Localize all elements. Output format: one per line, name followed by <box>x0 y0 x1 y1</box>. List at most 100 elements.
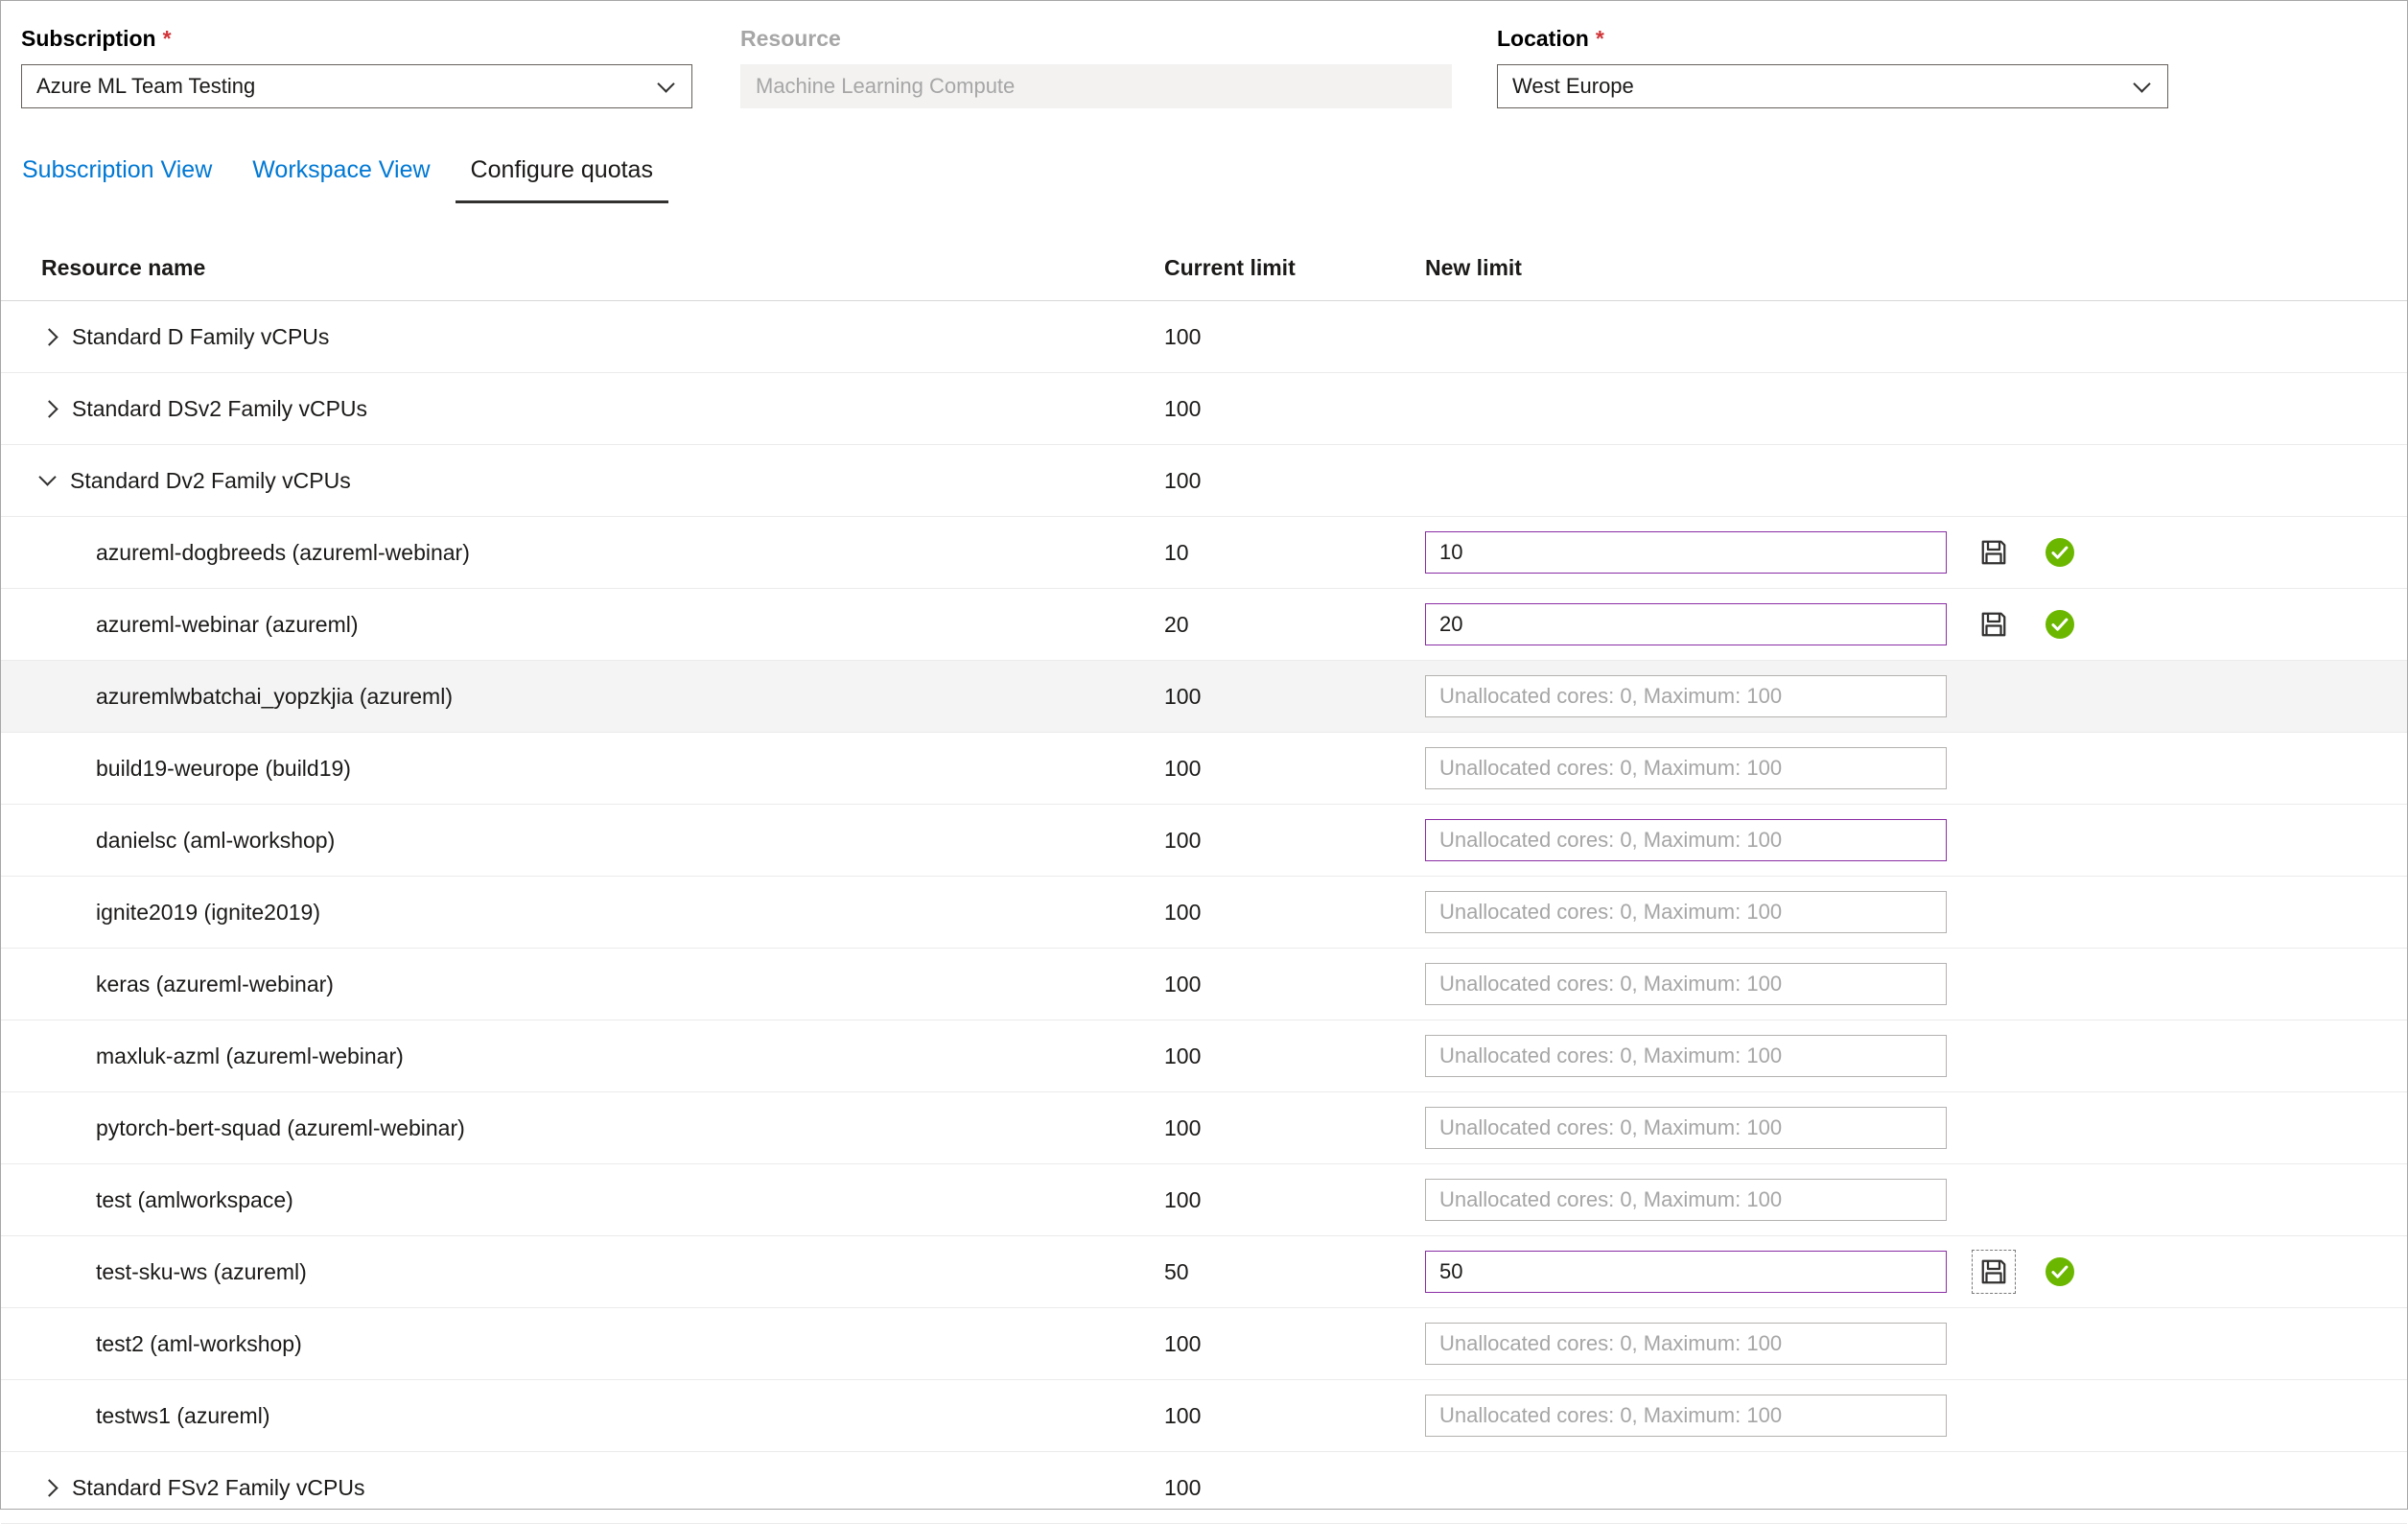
resource-name-label: azuremlwbatchai_yopzkjia (azureml) <box>96 684 453 710</box>
resource-name-label: azureml-dogbreeds (azureml-webinar) <box>96 540 470 566</box>
resource-name-label: danielsc (aml-workshop) <box>96 828 335 854</box>
required-asterisk: * <box>163 26 172 51</box>
location-label-text: Location <box>1497 26 1589 51</box>
tab-configure-quotas[interactable]: Configure quotas <box>456 156 668 203</box>
workspace-quota-row: test2 (aml-workshop)100 <box>1 1308 2407 1380</box>
resource-name-label[interactable]: Standard FSv2 Family vCPUs <box>72 1475 364 1501</box>
row-actions <box>1975 605 2074 644</box>
resource-name-label: ignite2019 (ignite2019) <box>96 900 320 926</box>
current-limit-value: 100 <box>1164 1043 1425 1069</box>
new-limit-input[interactable] <box>1425 1107 1947 1149</box>
workspace-quota-row: keras (azureml-webinar)100 <box>1 949 2407 1020</box>
new-limit-input[interactable] <box>1425 1251 1947 1293</box>
quota-group-row: Standard Dv2 Family vCPUs 100 <box>1 445 2407 517</box>
save-icon[interactable] <box>1975 1253 2013 1291</box>
tab-subscription-view[interactable]: Subscription View <box>22 156 227 203</box>
new-limit-cell <box>1425 1179 1975 1221</box>
new-limit-cell <box>1425 675 1975 717</box>
resource-name-label: testws1 (azureml) <box>96 1403 269 1429</box>
resource-name-label[interactable]: Standard D Family vCPUs <box>72 324 329 350</box>
resource-input: Machine Learning Compute <box>740 64 1452 108</box>
location-selected-value: West Europe <box>1512 74 1634 99</box>
subscription-label: Subscription * <box>21 26 692 52</box>
new-limit-input[interactable] <box>1425 1323 1947 1365</box>
configure-quotas-page: Subscription * Azure ML Team Testing Reso… <box>1 1 2407 1524</box>
filter-bar: Subscription * Azure ML Team Testing Reso… <box>1 1 2407 108</box>
resource-name-label: test2 (aml-workshop) <box>96 1331 302 1357</box>
column-header-new-limit: New limit <box>1425 255 1975 281</box>
current-limit-value: 50 <box>1164 1259 1425 1285</box>
resource-label: Resource <box>740 26 1452 52</box>
chevron-right-icon[interactable] <box>40 328 58 345</box>
check-circle-icon <box>2046 538 2074 567</box>
location-field: Location * West Europe <box>1497 26 2168 108</box>
resource-name-label: keras (azureml-webinar) <box>96 972 334 997</box>
resource-name-label: test (amlworkspace) <box>96 1187 293 1213</box>
current-limit-value: 100 <box>1164 324 1425 350</box>
new-limit-cell <box>1425 891 1975 933</box>
new-limit-cell <box>1425 603 1975 645</box>
resource-label-text: Resource <box>740 26 841 51</box>
subscription-selected-value: Azure ML Team Testing <box>36 74 255 99</box>
check-circle-icon <box>2046 610 2074 639</box>
chevron-down-icon[interactable] <box>38 468 56 485</box>
save-icon[interactable] <box>1975 533 2013 572</box>
workspace-quota-row: azureml-dogbreeds (azureml-webinar) 10 <box>1 517 2407 589</box>
workspace-quota-row: pytorch-bert-squad (azureml-webinar)100 <box>1 1092 2407 1164</box>
chevron-right-icon[interactable] <box>40 400 58 417</box>
new-limit-input[interactable] <box>1425 891 1947 933</box>
new-limit-cell <box>1425 819 1975 861</box>
workspace-quota-row: azuremlwbatchai_yopzkjia (azureml) 100 <box>1 661 2407 733</box>
subscription-label-text: Subscription <box>21 26 156 51</box>
new-limit-input[interactable] <box>1425 1035 1947 1077</box>
required-asterisk: * <box>1596 26 1604 51</box>
current-limit-value: 100 <box>1164 468 1425 494</box>
column-header-resource-name: Resource name <box>41 255 1164 281</box>
resource-name-label[interactable]: Standard DSv2 Family vCPUs <box>72 396 367 422</box>
location-dropdown[interactable]: West Europe <box>1497 64 2168 108</box>
workspace-quota-row: ignite2019 (ignite2019)100 <box>1 877 2407 949</box>
table-header: Resource name Current limit New limit <box>1 236 2407 301</box>
workspace-quota-row: testws1 (azureml)100 <box>1 1380 2407 1452</box>
current-limit-value: 100 <box>1164 396 1425 422</box>
resource-field: Resource Machine Learning Compute <box>740 26 1452 108</box>
current-limit-value: 100 <box>1164 828 1425 854</box>
new-limit-input[interactable] <box>1425 747 1947 789</box>
resource-name-label: pytorch-bert-squad (azureml-webinar) <box>96 1115 465 1141</box>
row-actions <box>1975 533 2074 572</box>
save-icon[interactable] <box>1975 605 2013 644</box>
chevron-down-icon <box>2133 75 2150 92</box>
view-tabs: Subscription View Workspace View Configu… <box>22 156 2407 203</box>
current-limit-value: 100 <box>1164 1187 1425 1213</box>
tab-workspace-view[interactable]: Workspace View <box>237 156 445 203</box>
current-limit-value: 10 <box>1164 540 1425 566</box>
new-limit-input[interactable] <box>1425 603 1947 645</box>
quota-table-body: Standard D Family vCPUs 100 Standard DSv2 … <box>1 301 2407 1524</box>
new-limit-input[interactable] <box>1425 819 1947 861</box>
new-limit-cell <box>1425 1251 1975 1293</box>
resource-name-label[interactable]: Standard Dv2 Family vCPUs <box>70 468 351 494</box>
row-actions <box>1975 1253 2074 1291</box>
new-limit-input[interactable] <box>1425 531 1947 574</box>
chevron-right-icon[interactable] <box>40 1479 58 1496</box>
new-limit-cell <box>1425 1107 1975 1149</box>
resource-name-label: build19-weurope (build19) <box>96 756 351 782</box>
resource-value: Machine Learning Compute <box>756 74 1015 99</box>
subscription-dropdown[interactable]: Azure ML Team Testing <box>21 64 692 108</box>
workspace-quota-row: azureml-webinar (azureml)20 <box>1 589 2407 661</box>
current-limit-value: 100 <box>1164 1475 1425 1501</box>
current-limit-value: 100 <box>1164 684 1425 710</box>
new-limit-input[interactable] <box>1425 1395 1947 1437</box>
new-limit-cell <box>1425 963 1975 1005</box>
new-limit-cell <box>1425 1035 1975 1077</box>
new-limit-input[interactable] <box>1425 1179 1947 1221</box>
new-limit-cell <box>1425 1395 1975 1437</box>
new-limit-cell <box>1425 747 1975 789</box>
workspace-quota-row: test (amlworkspace) 100 <box>1 1164 2407 1236</box>
check-circle-icon <box>2046 1257 2074 1286</box>
new-limit-input[interactable] <box>1425 675 1947 717</box>
column-header-current-limit: Current limit <box>1164 255 1425 281</box>
quota-group-row: Standard D Family vCPUs 100 <box>1 301 2407 373</box>
workspace-quota-row: maxluk-azml (azureml-webinar)100 <box>1 1020 2407 1092</box>
new-limit-input[interactable] <box>1425 963 1947 1005</box>
